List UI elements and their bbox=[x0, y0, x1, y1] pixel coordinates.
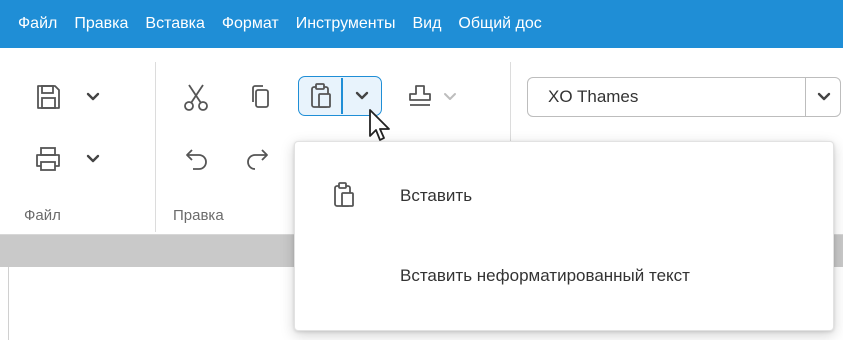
menu-item-paste-label: Вставить bbox=[400, 186, 473, 205]
document-edge bbox=[8, 267, 9, 340]
mouse-pointer-icon bbox=[368, 108, 394, 149]
format-painter-button[interactable] bbox=[403, 78, 437, 116]
undo-icon bbox=[186, 149, 207, 170]
group-label-file: Файл bbox=[24, 207, 61, 224]
save-icon bbox=[37, 85, 60, 109]
menu-tools[interactable]: Инструменты bbox=[296, 15, 396, 33]
menu-item-paste-unformatted[interactable]: Вставить неформатированный текст bbox=[295, 246, 835, 306]
paste-button[interactable] bbox=[303, 79, 339, 113]
format-painter-chevron[interactable] bbox=[441, 86, 459, 108]
redo-button[interactable] bbox=[240, 140, 276, 178]
paste-icon bbox=[311, 83, 331, 108]
menu-item-paste-unformatted-label: Вставить неформатированный текст bbox=[400, 266, 690, 285]
menu-item-paste[interactable]: Вставить bbox=[295, 166, 835, 226]
paste-options-menu: Вставить Вставить неформатированный текс… bbox=[294, 141, 834, 331]
font-select-chevron[interactable] bbox=[811, 86, 837, 108]
scissors-icon bbox=[184, 84, 208, 111]
split-divider bbox=[341, 78, 343, 114]
menu-sharing[interactable]: Общий дос bbox=[458, 15, 541, 33]
font-family-value: XO Thames bbox=[548, 87, 639, 106]
chevron-down-icon bbox=[817, 92, 831, 101]
menu-bar: Файл Правка Вставка Формат Инструменты В… bbox=[0, 0, 843, 48]
printer-icon bbox=[36, 147, 60, 171]
save-button[interactable] bbox=[28, 78, 68, 116]
cut-button[interactable] bbox=[178, 78, 214, 116]
chevron-down-icon bbox=[444, 93, 456, 100]
paste-icon bbox=[331, 180, 357, 210]
menu-insert[interactable]: Вставка bbox=[145, 15, 204, 33]
undo-button[interactable] bbox=[178, 140, 214, 178]
chevron-down-icon bbox=[355, 91, 369, 100]
menu-view[interactable]: Вид bbox=[412, 15, 441, 33]
paint-brush-icon bbox=[409, 85, 431, 106]
menu-edit[interactable]: Правка bbox=[74, 15, 128, 33]
chevron-down-icon bbox=[86, 154, 100, 163]
print-button[interactable] bbox=[28, 140, 68, 178]
menu-format[interactable]: Формат bbox=[222, 15, 279, 33]
copy-icon bbox=[252, 85, 269, 108]
print-dropdown-chevron[interactable] bbox=[84, 148, 102, 170]
chevron-down-icon bbox=[86, 92, 100, 101]
save-dropdown-chevron[interactable] bbox=[84, 86, 102, 108]
font-select-divider bbox=[805, 78, 806, 116]
copy-button[interactable] bbox=[242, 78, 278, 116]
group-separator bbox=[155, 62, 156, 232]
menu-file[interactable]: Файл bbox=[18, 15, 57, 33]
redo-icon bbox=[247, 149, 268, 170]
group-label-edit: Правка bbox=[173, 207, 224, 224]
